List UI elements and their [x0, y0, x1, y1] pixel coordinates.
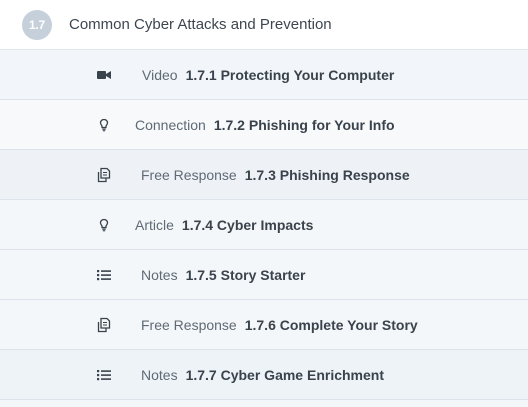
- list-icon: [96, 367, 112, 383]
- item-title-link[interactable]: 1.7.6 Complete Your Story: [245, 317, 418, 333]
- list-icon: [96, 267, 112, 283]
- lesson-item-1-7-4[interactable]: Article 1.7.4 Cyber Impacts: [0, 200, 528, 250]
- lesson-item-1-7-2[interactable]: Connection 1.7.2 Phishing for Your Info: [0, 100, 528, 150]
- section-number-badge: 1.7: [22, 10, 52, 40]
- copy-pages-icon: [96, 167, 112, 183]
- item-title-link[interactable]: 1.7.5 Story Starter: [186, 267, 306, 283]
- copy-pages-icon: [96, 317, 112, 333]
- item-title-link[interactable]: 1.7.2 Phishing for Your Info: [214, 117, 395, 133]
- item-title-link[interactable]: 1.7.7 Cyber Game Enrichment: [186, 367, 384, 383]
- item-type-label: Free Response: [141, 167, 237, 183]
- item-type-label: Video: [142, 67, 178, 83]
- lesson-item-partial: [0, 400, 528, 407]
- lesson-item-1-7-1[interactable]: Video 1.7.1 Protecting Your Computer: [0, 50, 528, 100]
- item-type-label: Notes: [141, 267, 178, 283]
- item-type-label: Connection: [135, 117, 206, 133]
- lesson-section-panel: 1.7 Common Cyber Attacks and Prevention …: [0, 0, 528, 407]
- lesson-item-1-7-6[interactable]: Free Response 1.7.6 Complete Your Story: [0, 300, 528, 350]
- item-title-link[interactable]: 1.7.1 Protecting Your Computer: [186, 67, 395, 83]
- item-title-link[interactable]: 1.7.4 Cyber Impacts: [182, 217, 314, 233]
- item-type-label: Article: [135, 217, 174, 233]
- lesson-item-1-7-3[interactable]: Free Response 1.7.3 Phishing Response: [0, 150, 528, 200]
- lightbulb-icon: [96, 117, 112, 133]
- section-title: Common Cyber Attacks and Prevention: [69, 16, 332, 33]
- section-header[interactable]: 1.7 Common Cyber Attacks and Prevention: [0, 0, 528, 50]
- item-title-link[interactable]: 1.7.3 Phishing Response: [245, 167, 410, 183]
- lightbulb-icon: [96, 217, 112, 233]
- video-camera-icon: [96, 67, 112, 83]
- item-type-label: Notes: [141, 367, 178, 383]
- lesson-item-1-7-7[interactable]: Notes 1.7.7 Cyber Game Enrichment: [0, 350, 528, 400]
- item-type-label: Free Response: [141, 317, 237, 333]
- lesson-item-1-7-5[interactable]: Notes 1.7.5 Story Starter: [0, 250, 528, 300]
